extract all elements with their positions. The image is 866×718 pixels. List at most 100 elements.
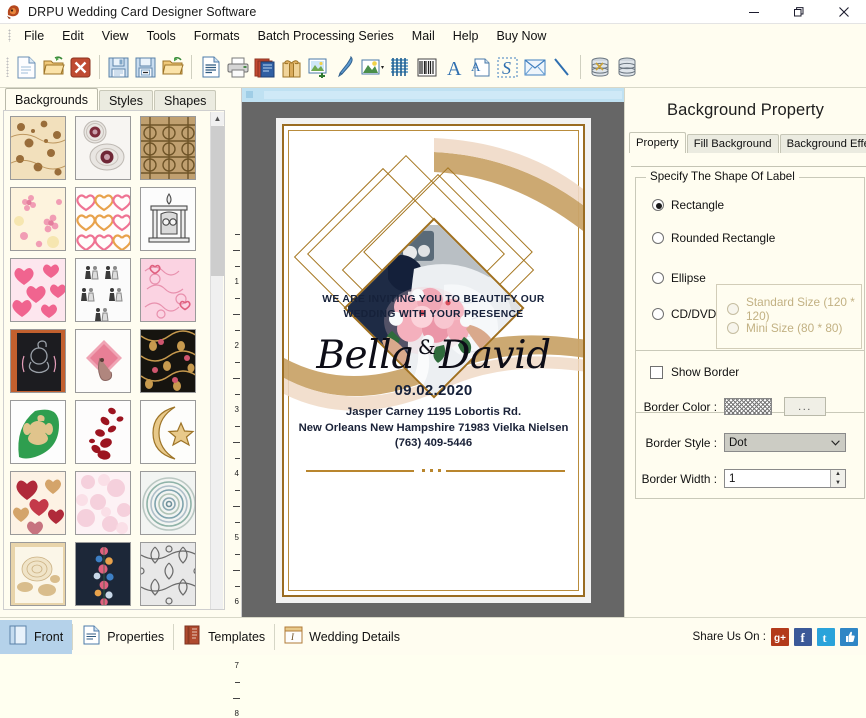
tab-background-effects[interactable]: Background Effects [779,134,866,153]
menu-item-file[interactable]: File [15,27,53,45]
design-canvas[interactable]: WE ARE INVITING YOU TO BEAUTIFY OUR WEDD… [242,102,624,617]
tab-shapes[interactable]: Shapes [154,90,217,110]
card-page[interactable]: WE ARE INVITING YOU TO BEAUTIFY OUR WEDD… [276,118,591,603]
thumbnail-gold-geometric-lattice[interactable] [140,116,196,180]
database-stack-icon[interactable] [613,52,640,82]
stepper-down-button[interactable]: ▼ [831,478,845,487]
radio-rectangle[interactable]: Rectangle [652,198,724,212]
thumbnail-gold-crescent-star[interactable] [140,400,196,464]
status-button-properties[interactable]: Properties [73,620,173,654]
save-as-icon[interactable] [132,52,159,82]
vertical-ruler: 1 2 3 4 5 6 7 8 [228,88,242,718]
status-button-templates[interactable]: Templates [174,620,274,654]
thumbnail-pink-blossom-cream[interactable] [10,187,66,251]
tab-property[interactable]: Property [629,132,686,153]
svg-text:g+: g+ [774,633,786,644]
text-watermark-icon[interactable]: A [467,52,494,82]
thumbnail-outlined-hearts-row[interactable] [75,187,131,251]
twitter-icon[interactable]: t [817,627,835,646]
show-border-row[interactable]: Show Border [650,365,739,379]
wedding-card[interactable]: WE ARE INVITING YOU TO BEAUTIFY OUR WEDD… [282,124,585,597]
restore-button[interactable] [776,0,821,24]
tab-fill-background[interactable]: Fill Background [686,134,779,153]
stepper-up-button[interactable]: ▲ [831,470,845,479]
thumbnail-black-gold-floral[interactable] [140,329,196,393]
thumbnail-wedding-couple-icons[interactable] [75,258,131,322]
couple-names[interactable]: Bella & David [284,324,583,379]
insert-image-icon[interactable] [305,52,332,82]
save-icon[interactable] [105,52,132,82]
menu-item-view[interactable]: View [93,27,138,45]
ampersand: & [417,335,436,359]
thumbnail-soft-pink-marble[interactable] [75,471,131,535]
barcode-icon[interactable] [413,52,440,82]
new-document-icon[interactable] [13,52,40,82]
border-style-dropdown[interactable]: Dot [724,433,846,452]
text-tool-icon[interactable]: A [440,52,467,82]
status-button-wedding-details[interactable]: I Wedding Details [275,620,409,654]
radio-rectangle-indicator [652,199,664,211]
minimize-button[interactable] [731,0,776,24]
picture-shape-icon[interactable] [359,52,386,82]
menu-item-formats[interactable]: Formats [185,27,249,45]
shape-group-title: Specify The Shape Of Label [646,170,799,183]
background-thumbnail-list[interactable]: ▲ [3,110,225,610]
thumbnail-teal-mandala-circle[interactable] [140,471,196,535]
thumbnail-glitter-hearts-red[interactable] [10,471,66,535]
radio-ellipse[interactable]: Ellipse [652,271,706,285]
menu-item-mail[interactable]: Mail [403,27,444,45]
thumbnail-brown-floral-pattern[interactable] [10,116,66,180]
menu-item-buy-now[interactable]: Buy Now [487,27,555,45]
tab-styles[interactable]: Styles [98,90,154,110]
horizontal-scrollbar-thumb[interactable] [264,91,622,99]
groom-name: David [439,333,551,378]
google-plus-icon[interactable]: g+ [771,627,789,646]
thumbnail-cream-rose-frame[interactable] [10,542,66,606]
gift-card-icon[interactable] [278,52,305,82]
menu-item-edit[interactable]: Edit [53,27,93,45]
radio-mini-size-label: Mini Size (80 * 80) [746,321,843,335]
pen-tool-icon[interactable] [332,52,359,82]
page-setup-icon[interactable] [197,52,224,82]
print-icon[interactable] [224,52,251,82]
thumbnail-grey-damask-pattern[interactable] [140,542,196,606]
menu-item-tools[interactable]: Tools [138,27,185,45]
print-preview-icon[interactable] [251,52,278,82]
open-folder-icon[interactable] [40,52,67,82]
toolbar-separator [580,55,581,79]
close-button[interactable] [821,0,866,24]
radio-rounded-rectangle[interactable]: Rounded Rectangle [652,231,775,245]
thumbnail-pink-swirl-hearts[interactable] [140,258,196,322]
tab-backgrounds[interactable]: Backgrounds [5,88,98,110]
scrollbar-thumb[interactable] [211,126,224,276]
email-icon[interactable] [521,52,548,82]
border-width-stepper[interactable]: 1 ▲ ▼ [724,469,846,488]
backgrounds-scrollbar[interactable]: ▲ [210,112,224,609]
barcode-grid-icon[interactable] [386,52,413,82]
thumbnail-navy-floral-border[interactable] [75,542,131,606]
thumbnail-red-rose-petals[interactable] [75,400,131,464]
scroll-up-arrow[interactable]: ▲ [211,112,224,125]
menu-item-batch-processing-series[interactable]: Batch Processing Series [249,27,403,45]
thumbs-up-icon[interactable] [840,627,858,646]
radio-cd-dvd[interactable]: CD/DVD [652,307,716,321]
stepper-buttons[interactable]: ▲ ▼ [830,470,845,487]
thumbnail-pink-elephant-motif[interactable] [75,329,131,393]
line-tool-icon[interactable] [548,52,575,82]
open-project-icon[interactable] [159,52,186,82]
show-border-checkbox[interactable] [650,365,663,379]
close-document-icon[interactable] [67,52,94,82]
status-button-front[interactable]: Front [0,619,73,654]
thumbnail-lace-doily-brooch[interactable] [75,116,131,180]
canvas-horizontal-scrollbar[interactable] [242,88,624,102]
thumbnail-green-leaf-ganesha[interactable] [10,400,66,464]
border-color-browse-button[interactable]: ... [784,397,826,416]
facebook-icon[interactable]: f [794,627,812,646]
thumbnail-wedding-mandap-sketch[interactable] [140,187,196,251]
thumbnail-ganesha-orange-panel[interactable] [10,329,66,393]
signature-icon[interactable]: S [494,52,521,82]
thumbnail-pink-hearts-scatter[interactable] [10,258,66,322]
border-color-swatch[interactable] [724,398,772,415]
menu-item-help[interactable]: Help [444,27,488,45]
database-icon[interactable] [586,52,613,82]
